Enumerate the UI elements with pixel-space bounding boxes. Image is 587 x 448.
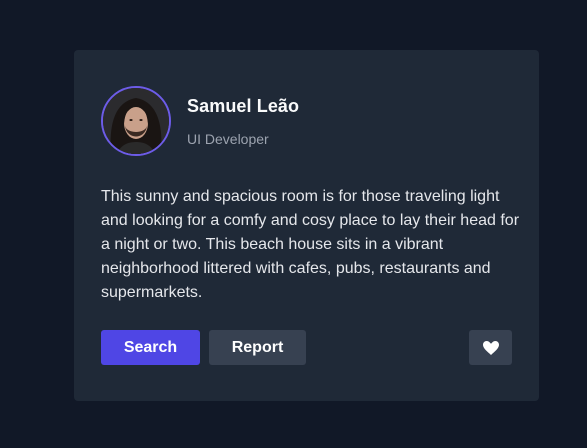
profile-description: This sunny and spacious room is for thos… [101,188,520,301]
like-button[interactable] [469,330,512,365]
heart-icon [482,340,499,355]
report-button[interactable]: Report [209,330,306,365]
profile-name: Samuel Leão [187,96,300,116]
search-button[interactable]: Search [101,330,200,365]
profile-role: UI Developer [187,131,269,147]
profile-card: Samuel Leão UI Developer This sunny and … [74,50,539,401]
avatar-image [103,88,169,154]
avatar [101,86,171,156]
